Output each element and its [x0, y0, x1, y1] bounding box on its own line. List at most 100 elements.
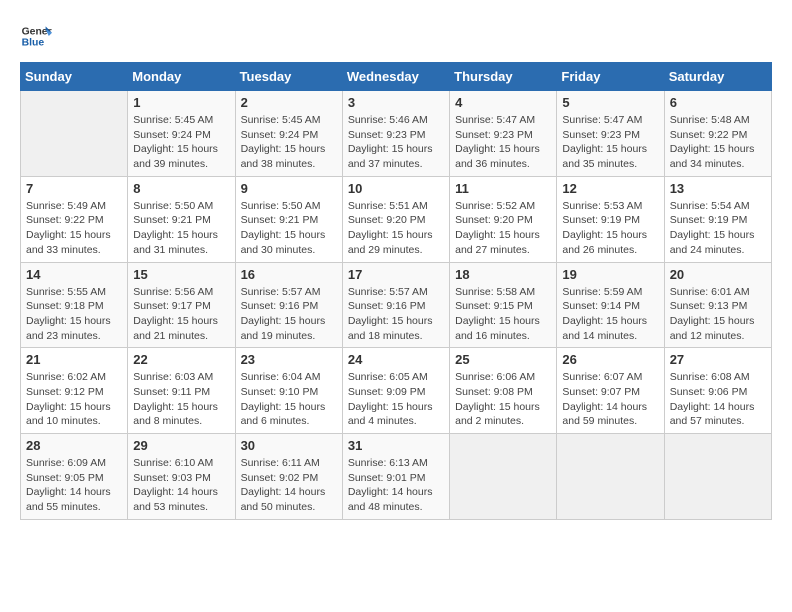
day-cell: 13 Sunrise: 5:54 AMSunset: 9:19 PMDayligh…: [664, 176, 771, 262]
day-info: Sunrise: 5:51 AMSunset: 9:20 PMDaylight:…: [348, 199, 444, 258]
day-info: Sunrise: 5:57 AMSunset: 9:16 PMDaylight:…: [241, 285, 337, 344]
day-number: 6: [670, 95, 766, 110]
day-number: 23: [241, 352, 337, 367]
day-number: 29: [133, 438, 229, 453]
day-cell: 31Sunrise: 6:13 AMSunset: 9:01 PMDayligh…: [342, 434, 449, 520]
day-info: Sunrise: 6:06 AMSunset: 9:08 PMDaylight:…: [455, 370, 551, 429]
day-cell: 30 Sunrise: 6:11 AMSunset: 9:02 PMDayligh…: [235, 434, 342, 520]
day-cell: 5 Sunrise: 5:47 AMSunset: 9:23 PMDaylight…: [557, 91, 664, 177]
day-number: 9: [241, 181, 337, 196]
day-cell: 7 Sunrise: 5:49 AMSunset: 9:22 PMDaylight…: [21, 176, 128, 262]
day-number: 17: [348, 267, 444, 282]
page-header: General Blue: [20, 20, 772, 52]
day-number: 28: [26, 438, 122, 453]
day-number: 2: [241, 95, 337, 110]
day-number: 10: [348, 181, 444, 196]
week-row-5: 28 Sunrise: 6:09 AMSunset: 9:05 PMDayligh…: [21, 434, 772, 520]
col-header-tuesday: Tuesday: [235, 63, 342, 91]
day-cell: 3Sunrise: 5:46 AMSunset: 9:23 PMDaylight…: [342, 91, 449, 177]
day-number: 20: [670, 267, 766, 282]
day-cell: 23 Sunrise: 6:04 AMSunset: 9:10 PMDayligh…: [235, 348, 342, 434]
day-cell: [21, 91, 128, 177]
day-cell: 1 Sunrise: 5:45 AMSunset: 9:24 PMDaylight…: [128, 91, 235, 177]
col-header-saturday: Saturday: [664, 63, 771, 91]
day-info: Sunrise: 6:11 AMSunset: 9:02 PMDaylight:…: [241, 456, 337, 515]
day-info: Sunrise: 6:05 AMSunset: 9:09 PMDaylight:…: [348, 370, 444, 429]
day-number: 13: [670, 181, 766, 196]
day-number: 24: [348, 352, 444, 367]
day-number: 4: [455, 95, 551, 110]
day-cell: 27Sunrise: 6:08 AMSunset: 9:06 PMDayligh…: [664, 348, 771, 434]
day-info: Sunrise: 6:10 AMSunset: 9:03 PMDaylight:…: [133, 456, 229, 515]
col-header-thursday: Thursday: [450, 63, 557, 91]
day-number: 30: [241, 438, 337, 453]
logo-icon: General Blue: [20, 20, 52, 52]
week-row-2: 7 Sunrise: 5:49 AMSunset: 9:22 PMDaylight…: [21, 176, 772, 262]
day-cell: 21 Sunrise: 6:02 AMSunset: 9:12 PMDayligh…: [21, 348, 128, 434]
day-cell: 20 Sunrise: 6:01 AMSunset: 9:13 PMDayligh…: [664, 262, 771, 348]
day-info: Sunrise: 6:01 AMSunset: 9:13 PMDaylight:…: [670, 285, 766, 344]
day-info: Sunrise: 5:47 AMSunset: 9:23 PMDaylight:…: [562, 113, 658, 172]
day-info: Sunrise: 5:52 AMSunset: 9:20 PMDaylight:…: [455, 199, 551, 258]
day-number: 16: [241, 267, 337, 282]
day-info: Sunrise: 5:45 AMSunset: 9:24 PMDaylight:…: [241, 113, 337, 172]
day-number: 22: [133, 352, 229, 367]
day-cell: 6 Sunrise: 5:48 AMSunset: 9:22 PMDaylight…: [664, 91, 771, 177]
day-info: Sunrise: 5:59 AMSunset: 9:14 PMDaylight:…: [562, 285, 658, 344]
day-number: 14: [26, 267, 122, 282]
day-cell: 10 Sunrise: 5:51 AMSunset: 9:20 PMDayligh…: [342, 176, 449, 262]
day-number: 27: [670, 352, 766, 367]
day-cell: 18 Sunrise: 5:58 AMSunset: 9:15 PMDayligh…: [450, 262, 557, 348]
day-cell: 16 Sunrise: 5:57 AMSunset: 9:16 PMDayligh…: [235, 262, 342, 348]
day-info: Sunrise: 5:47 AMSunset: 9:23 PMDaylight:…: [455, 113, 551, 172]
col-header-friday: Friday: [557, 63, 664, 91]
day-number: 5: [562, 95, 658, 110]
day-cell: 26 Sunrise: 6:07 AMSunset: 9:07 PMDayligh…: [557, 348, 664, 434]
day-cell: 29 Sunrise: 6:10 AMSunset: 9:03 PMDayligh…: [128, 434, 235, 520]
day-number: 8: [133, 181, 229, 196]
day-info: Sunrise: 5:53 AMSunset: 9:19 PMDaylight:…: [562, 199, 658, 258]
day-info: Sunrise: 5:58 AMSunset: 9:15 PMDaylight:…: [455, 285, 551, 344]
day-info: Sunrise: 6:09 AMSunset: 9:05 PMDaylight:…: [26, 456, 122, 515]
day-cell: 9Sunrise: 5:50 AMSunset: 9:21 PMDaylight…: [235, 176, 342, 262]
day-number: 11: [455, 181, 551, 196]
day-number: 19: [562, 267, 658, 282]
day-cell: 8 Sunrise: 5:50 AMSunset: 9:21 PMDaylight…: [128, 176, 235, 262]
day-number: 25: [455, 352, 551, 367]
col-header-wednesday: Wednesday: [342, 63, 449, 91]
day-info: Sunrise: 6:07 AMSunset: 9:07 PMDaylight:…: [562, 370, 658, 429]
day-number: 7: [26, 181, 122, 196]
day-info: Sunrise: 5:54 AMSunset: 9:19 PMDaylight:…: [670, 199, 766, 258]
day-number: 12: [562, 181, 658, 196]
day-cell: [664, 434, 771, 520]
day-info: Sunrise: 5:50 AMSunset: 9:21 PMDaylight:…: [133, 199, 229, 258]
day-info: Sunrise: 5:55 AMSunset: 9:18 PMDaylight:…: [26, 285, 122, 344]
day-info: Sunrise: 5:56 AMSunset: 9:17 PMDaylight:…: [133, 285, 229, 344]
day-info: Sunrise: 6:04 AMSunset: 9:10 PMDaylight:…: [241, 370, 337, 429]
calendar-table: SundayMondayTuesdayWednesdayThursdayFrid…: [20, 62, 772, 520]
day-cell: 17 Sunrise: 5:57 AMSunset: 9:16 PMDayligh…: [342, 262, 449, 348]
day-info: Sunrise: 5:49 AMSunset: 9:22 PMDaylight:…: [26, 199, 122, 258]
day-cell: 25 Sunrise: 6:06 AMSunset: 9:08 PMDayligh…: [450, 348, 557, 434]
day-number: 18: [455, 267, 551, 282]
day-number: 1: [133, 95, 229, 110]
day-info: Sunrise: 5:48 AMSunset: 9:22 PMDaylight:…: [670, 113, 766, 172]
week-row-1: 1 Sunrise: 5:45 AMSunset: 9:24 PMDaylight…: [21, 91, 772, 177]
week-row-4: 21 Sunrise: 6:02 AMSunset: 9:12 PMDayligh…: [21, 348, 772, 434]
day-number: 21: [26, 352, 122, 367]
day-cell: 22 Sunrise: 6:03 AMSunset: 9:11 PMDayligh…: [128, 348, 235, 434]
day-info: Sunrise: 5:45 AMSunset: 9:24 PMDaylight:…: [133, 113, 229, 172]
day-number: 3: [348, 95, 444, 110]
day-cell: 14 Sunrise: 5:55 AMSunset: 9:18 PMDayligh…: [21, 262, 128, 348]
day-cell: 12 Sunrise: 5:53 AMSunset: 9:19 PMDayligh…: [557, 176, 664, 262]
day-number: 15: [133, 267, 229, 282]
day-cell: 11 Sunrise: 5:52 AMSunset: 9:20 PMDayligh…: [450, 176, 557, 262]
day-info: Sunrise: 5:57 AMSunset: 9:16 PMDaylight:…: [348, 285, 444, 344]
day-number: 26: [562, 352, 658, 367]
day-cell: [450, 434, 557, 520]
day-info: Sunrise: 6:03 AMSunset: 9:11 PMDaylight:…: [133, 370, 229, 429]
day-cell: [557, 434, 664, 520]
col-header-sunday: Sunday: [21, 63, 128, 91]
day-info: Sunrise: 6:13 AMSunset: 9:01 PMDaylight:…: [348, 456, 444, 515]
day-info: Sunrise: 6:02 AMSunset: 9:12 PMDaylight:…: [26, 370, 122, 429]
